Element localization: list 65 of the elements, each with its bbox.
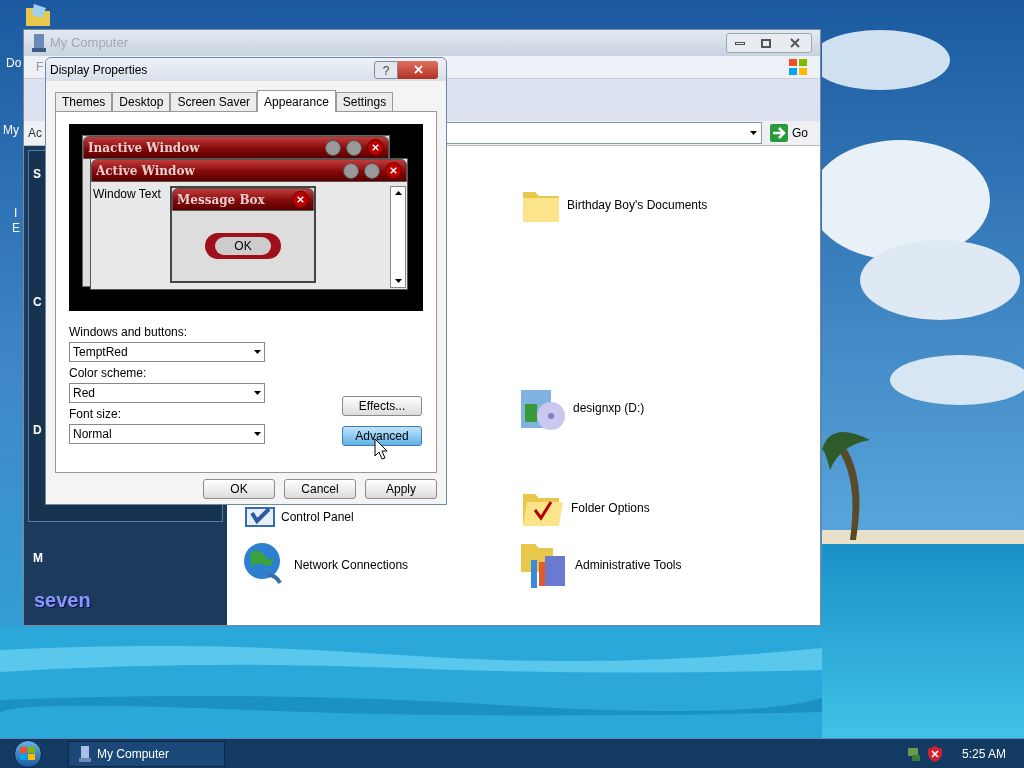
dialog-button[interactable]: Cancel bbox=[284, 479, 356, 499]
dropdown-icon bbox=[254, 391, 261, 395]
pane-heading: D bbox=[33, 422, 42, 439]
dialog-button[interactable]: Effects... bbox=[342, 396, 422, 416]
dialog-title: Display Properties bbox=[50, 61, 149, 79]
folder-icon[interactable] bbox=[24, 2, 52, 28]
title-text: Message Box bbox=[177, 191, 266, 209]
address-label: Ac bbox=[28, 125, 42, 142]
sample-ok-label: OK bbox=[215, 237, 271, 255]
go-button[interactable]: Go bbox=[770, 124, 816, 142]
field-label: Color scheme: bbox=[69, 366, 148, 381]
item-label[interactable]: Folder Options bbox=[571, 499, 650, 517]
window-text: Window Text bbox=[93, 186, 161, 203]
clock: 5:25 AM bbox=[961, 745, 1006, 763]
arrow-icon bbox=[770, 124, 788, 142]
close-icon bbox=[790, 38, 800, 48]
control-panel-icon bbox=[245, 507, 275, 527]
desktop-icon-label: My bbox=[3, 122, 19, 139]
item-label[interactable]: designxp (D:) bbox=[573, 399, 645, 417]
select-field[interactable]: TemptRed bbox=[69, 342, 265, 362]
item-label[interactable]: Control Panel bbox=[281, 508, 354, 526]
dialog-button[interactable]: OK bbox=[203, 479, 275, 499]
item-label[interactable]: Network Connections bbox=[294, 556, 409, 574]
logo-text: seven bbox=[34, 588, 92, 613]
pane-heading: C bbox=[33, 294, 42, 311]
close-button[interactable] bbox=[398, 60, 438, 79]
pane-heading: M bbox=[33, 550, 43, 567]
scroll-up-icon bbox=[394, 191, 402, 195]
close-icon bbox=[297, 196, 304, 203]
tab[interactable]: Desktop bbox=[112, 92, 171, 111]
start-button[interactable] bbox=[14, 739, 42, 768]
title-text: Active Window bbox=[96, 162, 196, 180]
dropdown-icon bbox=[254, 432, 261, 436]
pane-heading: S bbox=[33, 166, 41, 183]
windows-logo-icon bbox=[20, 746, 36, 761]
select-field[interactable]: Red bbox=[69, 383, 265, 403]
taskbar-button[interactable]: My Computer bbox=[68, 740, 225, 767]
tab[interactable]: Themes bbox=[55, 92, 113, 111]
shield-icon[interactable] bbox=[927, 745, 942, 762]
select-field[interactable]: Normal bbox=[69, 424, 265, 444]
dialog-button[interactable]: Advanced bbox=[342, 426, 422, 446]
desktop-icon-label: E bbox=[12, 220, 20, 237]
help-button[interactable]: ? bbox=[374, 60, 398, 79]
tab[interactable]: Screen Saver bbox=[170, 92, 258, 111]
dropdown-icon bbox=[750, 131, 757, 135]
close-icon bbox=[372, 144, 379, 151]
close-icon bbox=[413, 65, 423, 74]
field-label: Windows and buttons: bbox=[69, 325, 189, 340]
windows-logo-icon bbox=[788, 58, 808, 76]
tab[interactable]: Settings bbox=[335, 92, 394, 111]
window-title: My Computer bbox=[50, 34, 130, 53]
computer-icon bbox=[32, 34, 46, 52]
item-label[interactable]: Administrative Tools bbox=[575, 556, 682, 574]
cursor-icon bbox=[374, 438, 388, 460]
dropdown-icon bbox=[254, 350, 261, 354]
field-label: Font size: bbox=[69, 407, 123, 422]
scroll-down-icon bbox=[394, 279, 402, 283]
tab[interactable]: Appearance bbox=[257, 90, 336, 112]
item-label[interactable]: Birthday Boy's Documents bbox=[567, 196, 708, 214]
dialog-button[interactable]: Apply bbox=[365, 479, 437, 499]
desktop-icon-label: I bbox=[14, 205, 18, 222]
desktop-icon-label: Do bbox=[6, 55, 22, 72]
computer-icon bbox=[79, 745, 91, 762]
title-text: Inactive Window bbox=[88, 139, 201, 157]
close-icon bbox=[390, 167, 397, 174]
